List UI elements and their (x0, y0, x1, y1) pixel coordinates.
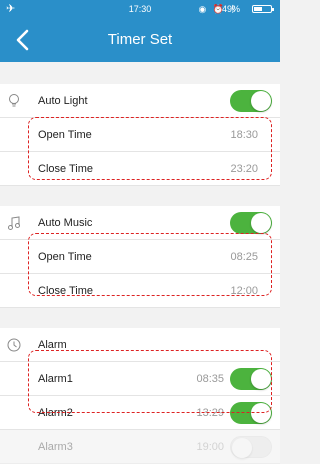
alarm1-label: Alarm1 (38, 373, 73, 385)
alarm2-time: 13:29 (196, 407, 224, 419)
toggle-knob (251, 403, 271, 423)
status-bar: ✈ 17:30 ◉ ⏰ ᛒ 49% (0, 0, 280, 18)
battery-percent: 49% (221, 4, 240, 14)
battery-fill (254, 7, 262, 11)
music-close-time-label: Close Time (38, 285, 94, 297)
music-open-time-value: 08:25 (230, 251, 258, 263)
music-open-time-row[interactable]: Open Time 08:25 (0, 240, 280, 274)
nav-bar: Timer Set (0, 18, 280, 62)
music-close-time-value: 12:00 (230, 285, 258, 297)
alarm3-label: Alarm3 (38, 441, 73, 453)
music-open-time-label: Open Time (38, 251, 92, 263)
page-title: Timer Set (107, 31, 173, 48)
light-close-time-row[interactable]: Close Time 23:20 (0, 152, 280, 186)
bulb-icon (9, 94, 19, 107)
toggle-knob (251, 369, 271, 389)
auto-music-row: Auto Music (0, 206, 280, 240)
light-open-time-value: 18:30 (230, 129, 258, 141)
auto-music-label: Auto Music (38, 217, 93, 229)
auto-light-toggle[interactable] (230, 90, 272, 112)
light-open-time-row[interactable]: Open Time 18:30 (0, 118, 280, 152)
clock-icon (7, 338, 21, 352)
light-open-time-label: Open Time (38, 129, 92, 141)
alarm3-toggle[interactable] (230, 436, 272, 458)
light-close-time-label: Close Time (38, 163, 94, 175)
alarm1-row[interactable]: Alarm1 08:35 (0, 362, 280, 396)
alarm2-label: Alarm2 (38, 407, 73, 419)
alarm-label: Alarm (38, 339, 67, 351)
alarm2-row[interactable]: Alarm2 13:29 (0, 396, 280, 430)
auto-music-toggle[interactable] (230, 212, 272, 234)
alarm-header-row: Alarm (0, 328, 280, 362)
toggle-knob (251, 91, 271, 111)
chevron-left-icon (16, 29, 29, 51)
top-header: ✈ 17:30 ◉ ⏰ ᛒ 49% Timer Set (0, 0, 280, 62)
battery-icon (252, 5, 274, 13)
toggle-knob (232, 438, 252, 458)
auto-light-label: Auto Light (38, 95, 88, 107)
auto-light-row: Auto Light (0, 84, 280, 118)
location-icon: ◉ (198, 4, 209, 14)
alarm3-row[interactable]: Alarm3 19:00 (0, 430, 280, 464)
alarm2-toggle[interactable] (230, 402, 272, 424)
light-close-time-value: 23:20 (230, 163, 258, 175)
alarm1-toggle[interactable] (230, 368, 272, 390)
toggle-knob (251, 213, 271, 233)
back-button[interactable] (4, 22, 40, 58)
music-close-time-row[interactable]: Close Time 12:00 (0, 274, 280, 308)
alarm1-time: 08:35 (196, 373, 224, 385)
timer-list: Auto Light Open Time 18:30 Close Time 23… (0, 62, 280, 464)
music-note-icon (8, 216, 20, 230)
alarm3-time: 19:00 (196, 441, 224, 453)
